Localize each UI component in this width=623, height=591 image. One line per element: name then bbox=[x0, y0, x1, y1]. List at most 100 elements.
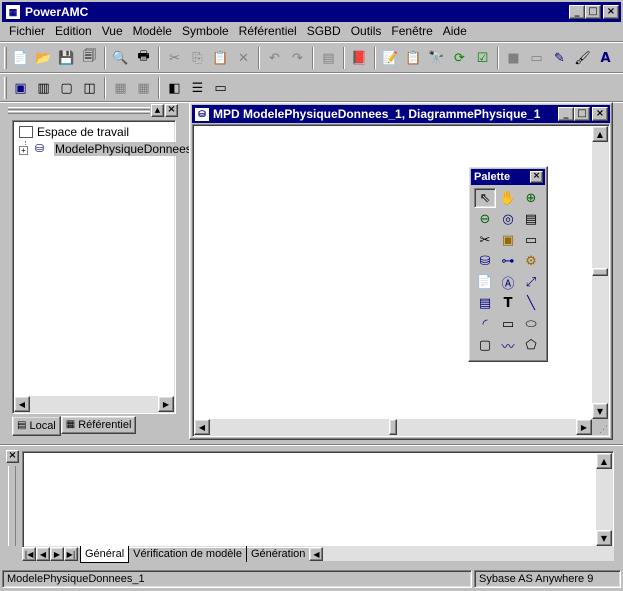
browser-toggle-icon[interactable]: ▣ bbox=[9, 77, 32, 99]
view-tool-icon[interactable]: ▤ bbox=[474, 293, 496, 313]
refresh-icon[interactable]: ⟳ bbox=[448, 47, 471, 69]
browser-maximize-button[interactable]: ▲ bbox=[151, 104, 164, 117]
table-tool-icon[interactable]: ▭ bbox=[520, 230, 542, 250]
menu-sgbd[interactable]: SGBD bbox=[302, 22, 346, 40]
find-icon[interactable]: 🔭 bbox=[425, 47, 448, 69]
paste-icon[interactable]: 📋 bbox=[209, 47, 232, 69]
print-icon[interactable]: 🖶 bbox=[132, 47, 155, 69]
output-tab-last-arrow[interactable]: ▶| bbox=[64, 547, 78, 561]
font-icon[interactable]: A bbox=[594, 47, 617, 69]
canvas-hscrollbar[interactable]: ◀ ▶ bbox=[194, 419, 592, 435]
menu-referentiel[interactable]: Référentiel bbox=[234, 22, 302, 40]
scroll-up-arrow[interactable]: ▲ bbox=[592, 126, 608, 142]
delete-icon[interactable]: ✕ bbox=[232, 47, 255, 69]
grabber-tool-icon[interactable]: ✋ bbox=[497, 188, 519, 208]
save-icon[interactable]: 💾 bbox=[55, 47, 78, 69]
tree-expand-icon[interactable]: + bbox=[19, 146, 28, 155]
menu-aide[interactable]: Aide bbox=[438, 22, 472, 40]
menu-vue[interactable]: Vue bbox=[97, 22, 128, 40]
file-tool-icon[interactable]: 📄 bbox=[474, 272, 496, 292]
pen-icon[interactable]: ✎ bbox=[548, 47, 571, 69]
diagram-close-button[interactable]: × bbox=[592, 107, 608, 121]
cut-icon[interactable]: ✂ bbox=[163, 47, 186, 69]
open-icon[interactable]: 📂 bbox=[32, 47, 55, 69]
browser-close-button[interactable]: × bbox=[165, 104, 178, 117]
rounded-rect-tool-icon[interactable]: ▢ bbox=[474, 335, 496, 355]
panel-left-icon[interactable]: ◧ bbox=[163, 77, 186, 99]
properties-tool-icon[interactable]: ▤ bbox=[520, 209, 542, 229]
save-all-icon[interactable]: 🗐 bbox=[78, 47, 101, 69]
book-icon[interactable]: 📕 bbox=[348, 47, 371, 69]
undo-icon[interactable]: ↶ bbox=[263, 47, 286, 69]
polyline-tool-icon[interactable]: 〰 bbox=[497, 335, 519, 355]
procedure-tool-icon[interactable]: ⚙ bbox=[520, 251, 542, 271]
minimize-button[interactable]: _ bbox=[569, 5, 585, 19]
menu-fichier[interactable]: Fichier bbox=[4, 22, 50, 40]
close-button[interactable]: × bbox=[603, 5, 619, 19]
tab-referentiel[interactable]: ▦ Référentiel bbox=[60, 416, 137, 434]
canvas-scroll-right-arrow[interactable]: ▶ bbox=[576, 419, 592, 435]
tab-generation[interactable]: Génération bbox=[247, 546, 309, 562]
line-style-icon[interactable]: ▭ bbox=[525, 47, 548, 69]
polygon-tool-icon[interactable]: ⬠ bbox=[520, 335, 542, 355]
print-preview-icon[interactable]: 🔍 bbox=[109, 47, 132, 69]
paint-icon[interactable]: 🖌 bbox=[571, 47, 594, 69]
tree-item-model[interactable]: ⛁ ModelePhysiqueDonnees bbox=[35, 142, 193, 156]
panel-list-icon[interactable]: ☰ bbox=[186, 77, 209, 99]
tab-general[interactable]: Général bbox=[80, 545, 130, 563]
diagram-minimize-button[interactable]: _ bbox=[558, 107, 574, 121]
output-scroll-up-arrow[interactable]: ▲ bbox=[596, 453, 612, 469]
output-tab-next-arrow[interactable]: ▶ bbox=[50, 547, 64, 561]
vscroll-thumb[interactable] bbox=[592, 268, 608, 276]
rectangle-tool-icon[interactable]: ▭ bbox=[497, 314, 519, 334]
check-icon[interactable]: ☑ bbox=[471, 47, 494, 69]
tree-root[interactable]: Espace de travail bbox=[19, 125, 129, 139]
scroll-left-arrow[interactable]: ◀ bbox=[14, 396, 30, 412]
new-icon[interactable]: 📄 bbox=[9, 47, 32, 69]
scroll-right-arrow[interactable]: ▶ bbox=[158, 396, 174, 412]
storage-tool-icon[interactable]: ⛁ bbox=[474, 251, 496, 271]
text-tool-icon[interactable]: T bbox=[497, 293, 519, 313]
line-tool-icon[interactable]: ╲ bbox=[520, 293, 542, 313]
canvas-vscrollbar[interactable]: ▲ ▼ bbox=[592, 126, 608, 419]
menu-outils[interactable]: Outils bbox=[346, 22, 387, 40]
menu-edition[interactable]: Edition bbox=[50, 22, 97, 40]
reference-tool-icon[interactable]: ⊶ bbox=[497, 251, 519, 271]
zoom-in-tool-icon[interactable]: ⊕ bbox=[520, 188, 542, 208]
text-frame-tool-icon[interactable]: Ⓐ bbox=[497, 272, 519, 292]
canvas-scroll-left-arrow[interactable]: ◀ bbox=[194, 419, 210, 435]
palette-close-button[interactable]: × bbox=[530, 171, 543, 183]
diagram-maximize-button[interactable]: □ bbox=[574, 107, 590, 121]
result-toggle-icon[interactable]: ▢ bbox=[55, 77, 78, 99]
maximize-button[interactable]: □ bbox=[585, 5, 601, 19]
zoom-fit-tool-icon[interactable]: ◎ bbox=[497, 209, 519, 229]
arc-tool-icon[interactable]: ◜ bbox=[474, 314, 496, 334]
tab-verification[interactable]: Vérification de modèle bbox=[129, 546, 247, 562]
package-tool-icon[interactable]: ▣ bbox=[497, 230, 519, 250]
link-tool-icon[interactable]: ⤢ bbox=[520, 272, 542, 292]
properties-icon[interactable]: ▤ bbox=[317, 47, 340, 69]
hscroll-thumb[interactable] bbox=[389, 419, 397, 435]
browser-hscrollbar[interactable]: ◀ ▶ bbox=[14, 396, 174, 412]
cascade-icon[interactable]: ▦ bbox=[109, 77, 132, 99]
output-toggle-icon[interactable]: ▥ bbox=[32, 77, 55, 99]
output-tab-prev-arrow[interactable]: ◀ bbox=[36, 547, 50, 561]
split-view-icon[interactable]: ◫ bbox=[78, 77, 101, 99]
output-close-button[interactable]: × bbox=[6, 450, 19, 463]
zoom-out-tool-icon[interactable]: ⊖ bbox=[474, 209, 496, 229]
output-tab-first-arrow[interactable]: |◀ bbox=[22, 547, 36, 561]
menu-fenetre[interactable]: Fenêtre bbox=[386, 22, 437, 40]
tile-icon[interactable]: ▦ bbox=[132, 77, 155, 99]
redo-icon[interactable]: ↷ bbox=[286, 47, 309, 69]
delete-tool-icon[interactable]: ✂ bbox=[474, 230, 496, 250]
pointer-tool-icon[interactable]: ⇖ bbox=[474, 188, 496, 208]
size-grip[interactable]: ⋰ bbox=[592, 419, 608, 435]
output-scroll-down-arrow[interactable]: ▼ bbox=[596, 530, 612, 546]
menu-modele[interactable]: Modèle bbox=[128, 22, 177, 40]
edit-icon[interactable]: 📝 bbox=[379, 47, 402, 69]
scroll-down-arrow[interactable]: ▼ bbox=[592, 403, 608, 419]
clipboard-icon[interactable]: 📋 bbox=[402, 47, 425, 69]
tab-local[interactable]: ▤ Local bbox=[12, 416, 61, 436]
output-tabs-scroll-arrow[interactable]: ◀ bbox=[309, 547, 324, 561]
panel-window-icon[interactable]: ▭ bbox=[209, 77, 232, 99]
